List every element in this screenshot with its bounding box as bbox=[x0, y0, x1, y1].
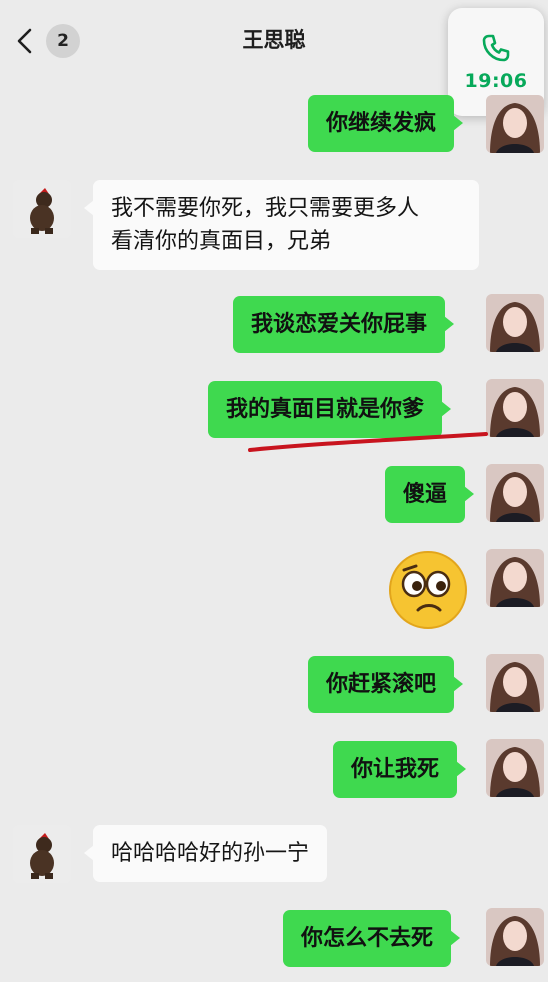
message-line: 看清你的真面目，兄弟 bbox=[111, 229, 332, 254]
message-text: 我谈恋爱关你屁事 bbox=[251, 312, 428, 337]
contact-avatar[interactable] bbox=[13, 180, 71, 238]
chat-screen: 2 王思聪 19:06 你继续发疯 我不需要你死，我只需要更多人 看清你的真面目… bbox=[0, 0, 548, 982]
message-text: 哈哈哈哈好的孙一宁 bbox=[111, 841, 310, 866]
message-bubble-outgoing[interactable]: 你怎么不去死 bbox=[283, 910, 461, 967]
self-avatar[interactable] bbox=[486, 95, 544, 153]
message-text: 你让我死 bbox=[351, 757, 440, 782]
message-bubble-outgoing[interactable]: 你赶紧滚吧 bbox=[308, 656, 464, 713]
message-line: 我不需要你死，我只需要更多人 bbox=[111, 196, 420, 221]
self-avatar[interactable] bbox=[486, 908, 544, 966]
self-avatar[interactable] bbox=[486, 739, 544, 797]
message-text: 你赶紧滚吧 bbox=[326, 672, 437, 697]
self-avatar[interactable] bbox=[486, 294, 544, 352]
message-bubble-outgoing[interactable]: 你继续发疯 bbox=[308, 95, 464, 152]
red-underline-annotation bbox=[248, 432, 488, 452]
self-avatar[interactable] bbox=[486, 654, 544, 712]
self-avatar[interactable] bbox=[486, 549, 544, 607]
self-avatar[interactable] bbox=[486, 464, 544, 522]
call-duration: 19:06 bbox=[464, 70, 528, 92]
message-bubble-incoming[interactable]: 哈哈哈哈好的孙一宁 bbox=[83, 825, 328, 882]
self-avatar[interactable] bbox=[486, 379, 544, 437]
message-text: 我的真面目就是你爹 bbox=[226, 397, 425, 422]
contact-avatar[interactable] bbox=[13, 825, 71, 883]
message-bubble-incoming[interactable]: 我不需要你死，我只需要更多人 看清你的真面目，兄弟 bbox=[84, 180, 479, 270]
message-text: 傻逼 bbox=[403, 482, 448, 507]
message-text: 你继续发疯 bbox=[326, 111, 437, 136]
phone-icon bbox=[482, 34, 510, 62]
message-bubble-outgoing[interactable]: 你让我死 bbox=[333, 741, 467, 798]
message-text: 你怎么不去死 bbox=[301, 926, 434, 951]
message-bubble-outgoing[interactable]: 我谈恋爱关你屁事 bbox=[233, 296, 455, 353]
worried-face-icon[interactable] bbox=[386, 548, 470, 632]
message-bubble-outgoing[interactable]: 傻逼 bbox=[385, 466, 475, 523]
